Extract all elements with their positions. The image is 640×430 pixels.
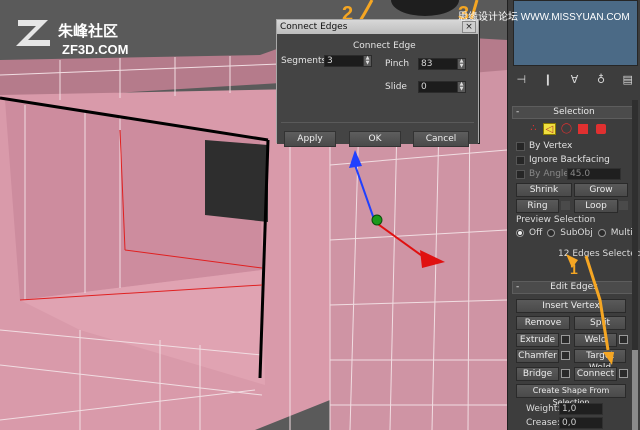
spinner-arrows-icon[interactable]: ▲ ▼ (457, 59, 465, 69)
weld-button[interactable]: Weld (574, 333, 617, 347)
ignore-backfacing-label: Ignore Backfacing (529, 155, 610, 165)
scrollbar-thumb[interactable] (632, 350, 638, 430)
vertex-mode-icon[interactable]: ∴ (527, 123, 540, 135)
selection-status: 12 Edges Selected (558, 249, 640, 259)
watermark-logo: 朱峰社区 ZF3D.COM (14, 14, 128, 57)
make-unique-icon[interactable]: ∀ (567, 73, 582, 86)
viewport[interactable]: 2 3 朱峰社区 ZF3D.COM Connect Edges × Connec… (0, 0, 507, 430)
pinch-value[interactable]: 83 (419, 59, 457, 69)
ignore-backfacing-row[interactable]: Ignore Backfacing (516, 155, 610, 165)
dialog-body: Connect Edge Segments: 3 ▲ ▼ Pinch 83 ▲ ▼ … (277, 34, 478, 147)
border-mode-icon[interactable]: ◯ (560, 123, 573, 135)
by-vertex-label: By Vertex (529, 141, 573, 151)
pinch-label: Pinch (385, 59, 410, 69)
slide-value[interactable]: 0 (419, 82, 457, 92)
stack-toolbar: ⊣ ❙ ∀ ♁ ▤ (508, 68, 640, 90)
selection-rollout-title: Selection (553, 107, 595, 117)
weight-label: Weight: (526, 404, 561, 414)
bridge-button[interactable]: Bridge (516, 367, 559, 381)
cavity-hole (205, 140, 268, 222)
configure-modifiers-icon[interactable]: ▤ (620, 73, 635, 86)
ring-spinner-icon[interactable] (561, 201, 570, 210)
connect-edges-dialog: Connect Edges × Connect Edge Segments: 3… (276, 19, 479, 147)
watermark-cn-text: 朱峰社区 (58, 23, 119, 40)
edit-edges-rollout-title: Edit Edges (550, 282, 598, 292)
preview-subobj-radio[interactable] (547, 229, 556, 237)
weight-field[interactable]: 1,0 (559, 403, 603, 415)
preview-off-label: Off (529, 228, 543, 238)
weld-settings-icon[interactable] (619, 335, 628, 344)
edge-mode-icon[interactable]: ◁ (543, 123, 556, 135)
create-shape-button[interactable]: Create Shape From Selection (516, 384, 626, 407)
spinner-arrows-icon[interactable]: ▲ ▼ (363, 56, 371, 66)
by-angle-row[interactable]: By Angle: (516, 169, 572, 179)
segments-label: Segments: (281, 56, 330, 66)
apply-button[interactable]: Apply (284, 131, 336, 147)
segments-spinner[interactable]: 3 ▲ ▼ (324, 55, 372, 67)
by-angle-label: By Angle: (529, 169, 573, 179)
extrude-button[interactable]: Extrude (516, 333, 559, 347)
dialog-divider (281, 122, 474, 123)
extrude-settings-icon[interactable] (561, 335, 570, 344)
remove-button[interactable]: Remove (516, 316, 570, 330)
slide-label: Slide (385, 82, 407, 92)
connect-button[interactable]: Connect (574, 367, 617, 381)
split-button[interactable]: Split (574, 316, 626, 330)
by-vertex-checkbox[interactable] (516, 141, 525, 151)
watermark-site-text: 思缘设计论坛 WWW.MISSYUAN.COM (458, 12, 630, 23)
preview-multi-radio[interactable] (597, 229, 606, 237)
polygon-mode-icon[interactable] (578, 124, 588, 134)
crease-label: Crease: (526, 418, 561, 428)
panel-scrollbar[interactable] (632, 100, 638, 430)
ring-button[interactable]: Ring (516, 199, 559, 213)
crease-field[interactable]: 0,0 (559, 417, 603, 429)
chamfer-settings-icon[interactable] (561, 351, 570, 360)
group-label-connect-edge: Connect Edge (353, 41, 416, 51)
dialog-title: Connect Edges (277, 20, 478, 34)
preview-multi-label: Multi (610, 228, 633, 238)
logo-z-icon (16, 20, 50, 46)
by-angle-checkbox[interactable] (516, 169, 525, 179)
pin-stack-icon[interactable]: ⊣ (514, 73, 529, 86)
spinner-arrows-icon[interactable]: ▲ ▼ (457, 82, 465, 92)
preview-off-radio[interactable] (516, 229, 524, 237)
cancel-button[interactable]: Cancel (413, 131, 469, 147)
by-angle-field[interactable]: 45.0 (567, 168, 621, 180)
slide-spinner[interactable]: 0 ▲ ▼ (418, 81, 466, 93)
selection-rollout-header[interactable]: - Selection (512, 106, 636, 119)
show-end-result-icon[interactable]: ❙ (540, 73, 555, 86)
target-weld-button[interactable]: Target Weld (574, 349, 626, 373)
preview-subobj-label: SubObj (560, 228, 593, 238)
connect-settings-icon[interactable] (619, 369, 628, 378)
chamfer-button[interactable]: Chamfer (516, 349, 559, 363)
grow-button[interactable]: Grow (574, 183, 628, 197)
rollout-collapse-icon: - (516, 282, 520, 292)
remove-modifier-icon[interactable]: ♁ (594, 73, 609, 86)
shrink-button[interactable]: Shrink (516, 183, 572, 197)
segments-value[interactable]: 3 (325, 56, 363, 66)
edit-edges-rollout-header[interactable]: - Edit Edges (512, 281, 636, 294)
ok-button[interactable]: OK (349, 131, 401, 147)
viewport-object-dark (391, 0, 459, 16)
loop-button[interactable]: Loop (574, 199, 618, 213)
element-mode-icon[interactable] (596, 124, 606, 134)
insert-vertex-button[interactable]: Insert Vertex (516, 299, 626, 313)
bridge-settings-icon[interactable] (561, 369, 570, 378)
preview-selection-group: Off SubObj Multi (516, 228, 633, 238)
rollout-collapse-icon: - (516, 107, 520, 117)
pinch-spinner[interactable]: 83 ▲ ▼ (418, 58, 466, 70)
loop-spinner-icon[interactable] (619, 201, 628, 210)
watermark-url-text: ZF3D.COM (62, 42, 129, 57)
ignore-backfacing-checkbox[interactable] (516, 155, 525, 165)
by-vertex-row[interactable]: By Vertex (516, 141, 572, 151)
preview-selection-label: Preview Selection (516, 215, 596, 225)
